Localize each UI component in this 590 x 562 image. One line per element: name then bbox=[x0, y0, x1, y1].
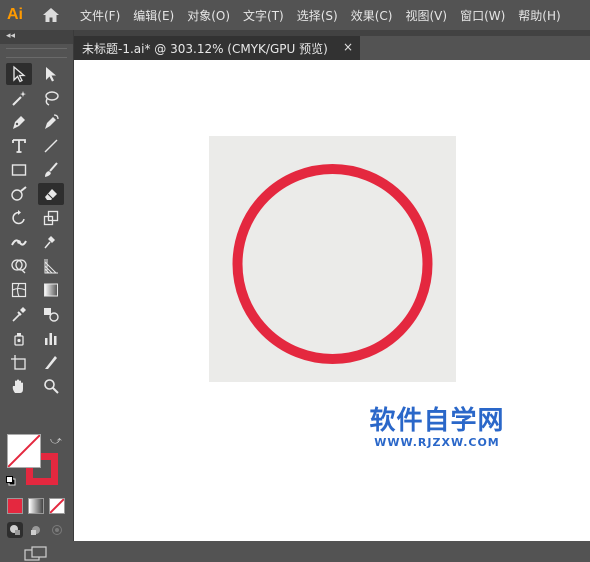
draw-behind-icon bbox=[31, 526, 40, 535]
watermark: 软件自学网 WWW.RJZXW.COM bbox=[362, 406, 512, 449]
watermark-title: 软件自学网 bbox=[369, 406, 505, 436]
none-slash-icon bbox=[8, 435, 40, 467]
menu-help[interactable]: 帮助(H) bbox=[518, 7, 560, 24]
collapse-panel-icon[interactable]: ◂◂ bbox=[6, 31, 15, 41]
menu-edit[interactable]: 编辑(E) bbox=[133, 7, 174, 24]
tools-panel-header: ◂◂ bbox=[0, 30, 73, 44]
zoom-tool-icon[interactable] bbox=[38, 375, 64, 397]
lasso-tool-icon[interactable] bbox=[38, 87, 64, 109]
draw-normal-icon bbox=[10, 525, 20, 535]
line-segment-tool-icon[interactable] bbox=[38, 135, 64, 157]
menu-window[interactable]: 窗口(W) bbox=[460, 7, 505, 24]
menu-bar: Ai 文件(F) 编辑(E) 对象(O) 文字(T) 选择(S) 效果(C) 视… bbox=[0, 0, 590, 30]
draw-inside-icon bbox=[52, 525, 62, 535]
pen-tool-icon[interactable] bbox=[6, 111, 32, 133]
menu-select[interactable]: 选择(S) bbox=[297, 7, 338, 24]
swap-fill-stroke-icon[interactable]: ⤻ bbox=[50, 434, 62, 448]
shape-builder-tool-icon[interactable] bbox=[6, 255, 32, 277]
selection-tool-icon[interactable] bbox=[6, 63, 32, 85]
hand-tool-icon[interactable] bbox=[6, 375, 32, 397]
menu-file[interactable]: 文件(F) bbox=[80, 7, 120, 24]
document-tab[interactable]: 未标题-1.ai* @ 303.12% (CMYK/GPU 预览) × bbox=[74, 36, 360, 60]
blend-tool-icon[interactable] bbox=[38, 303, 64, 325]
menu-object[interactable]: 对象(O) bbox=[187, 7, 230, 24]
paintbrush-tool-icon[interactable] bbox=[38, 159, 64, 181]
none-mode-button[interactable] bbox=[49, 498, 65, 514]
artboard[interactable] bbox=[209, 136, 456, 382]
menu-view[interactable]: 视图(V) bbox=[405, 7, 447, 24]
fill-color-swatch[interactable] bbox=[7, 434, 41, 468]
gradient-mode-button[interactable] bbox=[28, 498, 44, 514]
app-logo: Ai bbox=[7, 6, 23, 23]
menu-type[interactable]: 文字(T) bbox=[243, 7, 284, 24]
shaper-tool-icon[interactable] bbox=[6, 183, 32, 205]
color-mode-button[interactable] bbox=[7, 498, 23, 514]
draw-behind-button[interactable] bbox=[28, 522, 44, 538]
type-tool-icon[interactable] bbox=[6, 135, 32, 157]
home-icon[interactable] bbox=[36, 0, 66, 30]
rotate-tool-icon[interactable] bbox=[6, 207, 32, 229]
close-document-icon[interactable]: × bbox=[343, 40, 353, 54]
document-tab-title: 未标题-1.ai* @ 303.12% (CMYK/GPU 预览) bbox=[82, 41, 328, 56]
puppet-warp-tool-icon[interactable] bbox=[38, 231, 64, 253]
circle-shape[interactable] bbox=[209, 136, 456, 382]
slice-tool-icon[interactable] bbox=[38, 351, 64, 373]
menu-effect[interactable]: 效果(C) bbox=[351, 7, 393, 24]
watermark-url: WWW.RJZXW.COM bbox=[374, 436, 500, 449]
symbol-sprayer-tool-icon[interactable] bbox=[6, 327, 32, 349]
mesh-tool-icon[interactable] bbox=[6, 279, 32, 301]
default-fill-stroke-icon[interactable] bbox=[6, 476, 16, 486]
column-graph-tool-icon[interactable] bbox=[38, 327, 64, 349]
width-tool-icon[interactable] bbox=[6, 231, 32, 253]
magic-wand-tool-icon[interactable] bbox=[6, 87, 32, 109]
gradient-tool-icon[interactable] bbox=[38, 279, 64, 301]
direct-selection-tool-icon[interactable] bbox=[38, 63, 64, 85]
tools-panel: ◂◂ ⤻ bbox=[0, 30, 74, 561]
curvature-tool-icon[interactable] bbox=[38, 111, 64, 133]
none-slash-icon bbox=[50, 499, 64, 513]
eyedropper-tool-icon[interactable] bbox=[6, 303, 32, 325]
draw-normal-button[interactable] bbox=[7, 522, 23, 538]
scale-tool-icon[interactable] bbox=[38, 207, 64, 229]
rectangle-tool-icon[interactable] bbox=[6, 159, 32, 181]
panel-grip[interactable] bbox=[6, 48, 67, 58]
perspective-grid-tool-icon[interactable] bbox=[38, 255, 64, 277]
screen-mode-icon[interactable] bbox=[24, 546, 48, 562]
canvas[interactable]: 软件自学网 WWW.RJZXW.COM bbox=[74, 60, 590, 541]
artboard-tool-icon[interactable] bbox=[6, 351, 32, 373]
draw-inside-button[interactable] bbox=[49, 522, 65, 538]
eraser-tool-icon[interactable] bbox=[38, 183, 64, 205]
